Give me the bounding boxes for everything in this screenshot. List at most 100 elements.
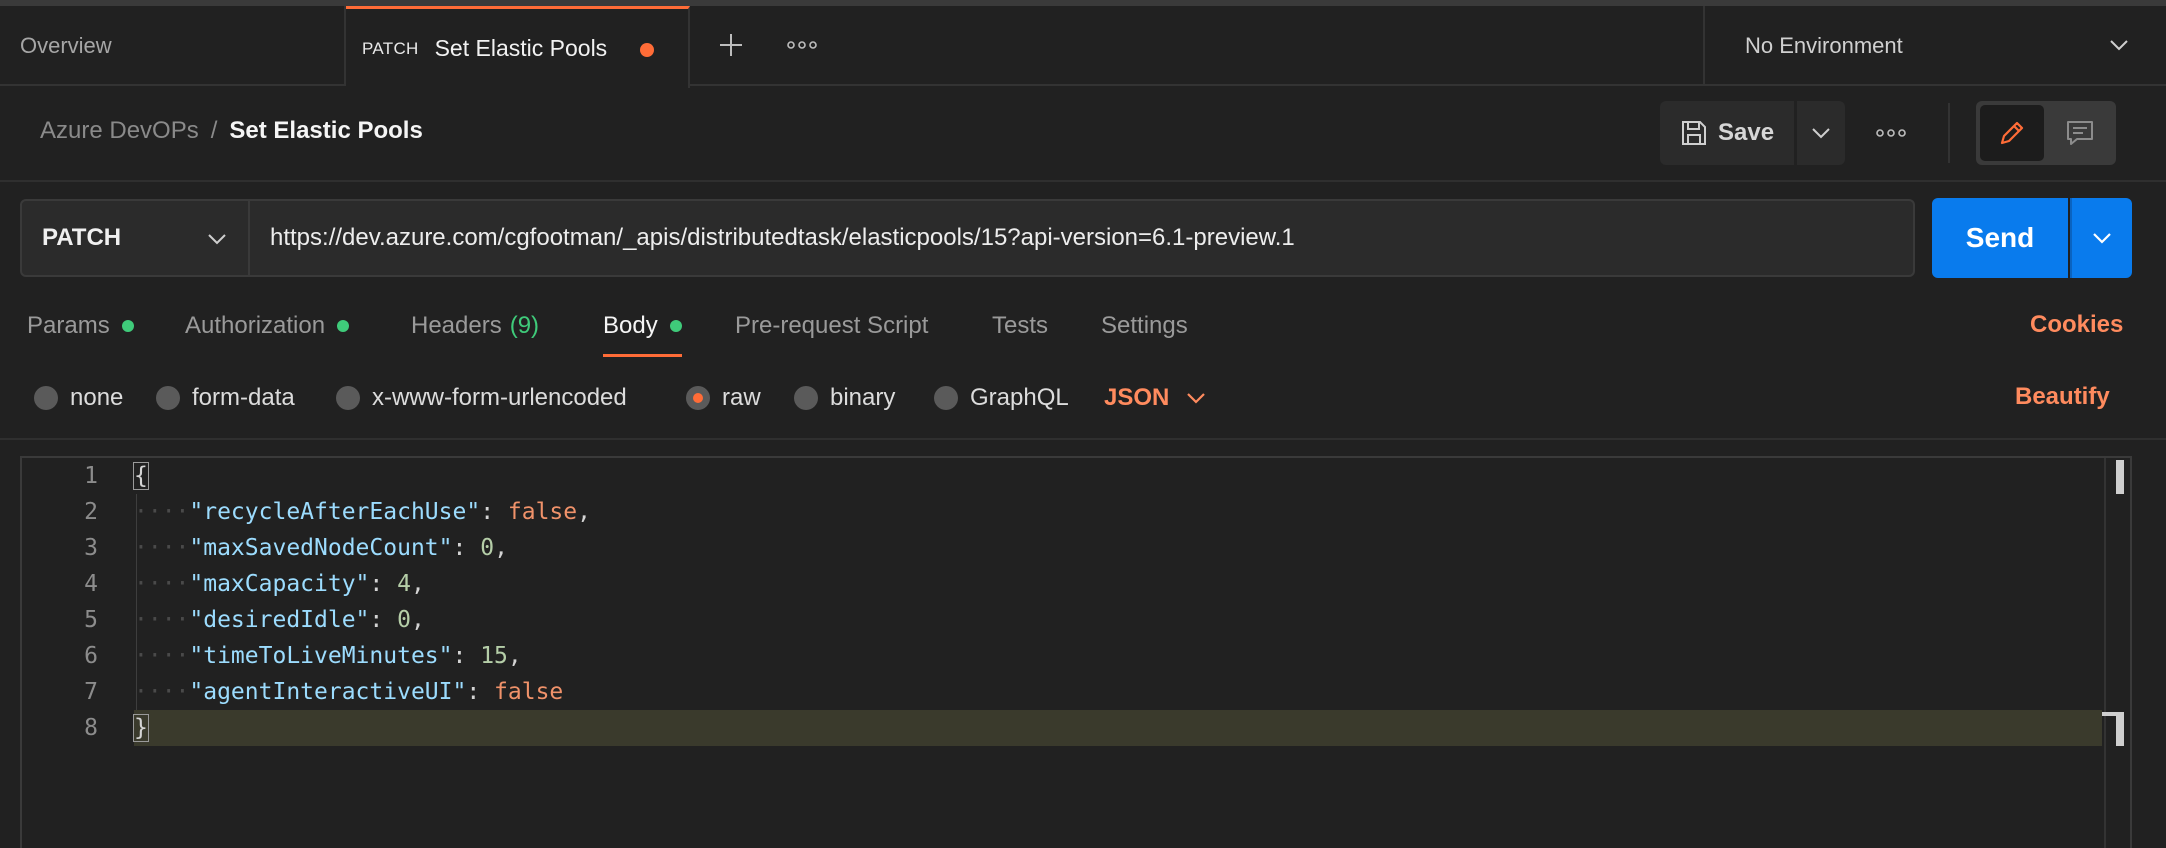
plus-icon: [718, 32, 744, 58]
tab-title: Set Elastic Pools: [434, 35, 608, 61]
tab-headers[interactable]: Headers (9): [411, 306, 539, 346]
cursor-position-marker: [2116, 714, 2124, 746]
json-key: "maxSavedNodeCount": [189, 535, 453, 561]
active-tab-indicator: [603, 354, 682, 357]
json-value: false: [507, 499, 578, 525]
body-type-label: raw: [722, 384, 761, 411]
send-options-button[interactable]: [2070, 198, 2132, 278]
radio-button[interactable]: [794, 386, 818, 410]
cookies-link[interactable]: Cookies: [2030, 311, 2123, 339]
code-line: ····"timeToLiveMinutes": 15,: [134, 643, 522, 669]
tab-authorization[interactable]: Authorization: [185, 306, 350, 346]
scrollbar-thumb[interactable]: [2116, 460, 2124, 494]
save-options-button[interactable]: [1797, 101, 1845, 165]
toolbar-divider: [1948, 103, 1950, 163]
chevron-down-icon: [1812, 127, 1830, 139]
tab-settings[interactable]: Settings: [1101, 306, 1188, 346]
body-type-label: form-data: [192, 384, 295, 411]
editor-scrollbar[interactable]: [2102, 458, 2130, 848]
tab-overview[interactable]: Overview: [0, 6, 346, 86]
line-number: 1: [84, 463, 98, 489]
save-icon: [1680, 119, 1708, 147]
send-label: Send: [1965, 222, 2035, 253]
line-number: 6: [84, 643, 98, 669]
breadcrumb-separator: /: [210, 117, 218, 144]
tab-overview-label: Overview: [20, 33, 112, 58]
chevron-down-icon: [2093, 232, 2111, 244]
body-editor[interactable]: 1 2 3 4 5 6 7 8 { ····"recycleAfterEachU…: [20, 456, 2132, 848]
tab-params-label: Params: [27, 312, 110, 339]
code-line: {: [133, 458, 149, 494]
more-horizontal-icon: [787, 40, 817, 50]
comment-icon: [2065, 119, 2095, 147]
breadcrumb-collection[interactable]: Azure DevOPs: [40, 117, 199, 145]
tab-authorization-label: Authorization: [185, 312, 326, 339]
chevron-down-icon: [1187, 392, 1206, 404]
code-line: ····"maxSavedNodeCount": 0,: [134, 535, 508, 561]
chevron-down-icon: [208, 234, 226, 245]
tab-tests[interactable]: Tests: [992, 306, 1048, 346]
radio-button[interactable]: [336, 386, 360, 410]
tab-method-label: PATCH: [362, 38, 419, 58]
body-type-label: none: [70, 384, 124, 411]
tab-bar-divider: [0, 84, 2166, 86]
radio-button[interactable]: [156, 386, 180, 410]
body-language-label: JSON: [1104, 384, 1170, 411]
status-dot: [337, 320, 350, 332]
chevron-down-icon: [2110, 40, 2128, 51]
headers-count: (9): [509, 312, 540, 339]
view-mode-toggle: [1976, 101, 2116, 165]
close-brace: }: [133, 714, 149, 742]
body-type-raw[interactable]: raw: [686, 380, 761, 416]
status-dot: [669, 320, 682, 332]
json-value: 0: [480, 535, 495, 561]
request-options-button[interactable]: [1872, 122, 1910, 144]
line-number: 4: [84, 571, 98, 597]
unsaved-changes-dot: [640, 43, 654, 57]
tab-pre-request-script[interactable]: Pre-request Script: [735, 306, 928, 346]
edit-mode-button[interactable]: [1980, 105, 2044, 161]
tab-headers-label: Headers: [411, 312, 502, 339]
tab-set-elastic-pools[interactable]: PATCH Set Elastic Pools: [346, 6, 690, 88]
pencil-icon: [1997, 118, 2027, 148]
tab-body[interactable]: Body: [603, 306, 682, 357]
radio-button[interactable]: [934, 386, 958, 410]
radio-button[interactable]: [34, 386, 58, 410]
body-type-urlencoded[interactable]: x-www-form-urlencoded: [336, 380, 627, 416]
json-key: "agentInteractiveUI": [189, 679, 467, 705]
send-button[interactable]: Send: [1932, 198, 2068, 278]
tab-tests-label: Tests: [992, 312, 1049, 339]
breadcrumb: Azure DevOPs / Set Elastic Pools: [40, 117, 423, 145]
tab-options-button[interactable]: [784, 34, 820, 56]
body-type-binary[interactable]: binary: [794, 380, 895, 416]
http-method-select[interactable]: PATCH: [20, 199, 250, 277]
more-horizontal-icon: [1876, 128, 1906, 138]
open-brace: {: [133, 462, 149, 490]
line-number: 8: [84, 715, 98, 741]
json-key: "desiredIdle": [189, 607, 370, 633]
body-type-none[interactable]: none: [34, 380, 123, 416]
body-language-select[interactable]: JSON: [1104, 380, 1206, 416]
save-button[interactable]: Save: [1660, 101, 1794, 165]
environment-select[interactable]: No Environment: [1703, 6, 2166, 86]
new-tab-button[interactable]: [714, 28, 748, 62]
radio-button-selected[interactable]: [686, 386, 710, 410]
tab-params[interactable]: Params: [27, 306, 134, 346]
body-type-form-data[interactable]: form-data: [156, 380, 295, 416]
body-type-graphql[interactable]: GraphQL: [934, 380, 1069, 416]
beautify-button[interactable]: Beautify: [2015, 383, 2110, 411]
url-input[interactable]: https://dev.azure.com/cgfootman/_apis/di…: [250, 199, 1915, 277]
breadcrumb-request-name[interactable]: Set Elastic Pools: [229, 117, 422, 145]
comments-mode-button[interactable]: [2048, 105, 2112, 161]
environment-label: No Environment: [1745, 33, 1903, 58]
status-dot: [121, 320, 134, 332]
tab-settings-label: Settings: [1101, 312, 1188, 339]
json-value: 0: [397, 607, 411, 633]
json-value: 15: [480, 643, 508, 669]
current-line-highlight: [134, 710, 2102, 746]
tab-bar: Overview PATCH Set Elastic Pools No Envi…: [0, 0, 2166, 88]
body-type-label: x-www-form-urlencoded: [372, 384, 627, 411]
header-divider: [0, 180, 2166, 182]
line-number: 7: [84, 679, 98, 705]
line-number: 5: [84, 607, 98, 633]
